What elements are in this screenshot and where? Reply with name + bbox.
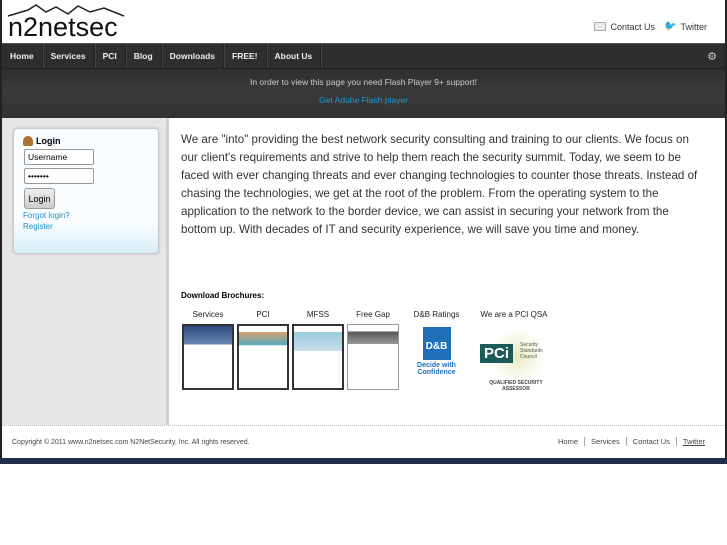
brochure-label: PCI [256, 310, 270, 319]
svg-text:n2netsec: n2netsec [8, 12, 118, 40]
brochure-label: D&B Ratings [413, 310, 460, 319]
dnb-tagline: Decide with Confidence [417, 362, 456, 376]
copyright: Copyright © 2011 www.n2netsec.com N2NetS… [12, 439, 250, 446]
pci-mark: PCi [480, 344, 514, 363]
footer-services-link[interactable]: Services [584, 437, 626, 446]
free-gap-thumbnail[interactable] [347, 324, 399, 390]
brochure-free-gap[interactable]: Free Gap [346, 310, 400, 390]
footer-contact-link[interactable]: Contact Us [625, 437, 676, 446]
services-thumbnail[interactable] [182, 324, 234, 390]
nav-blog[interactable]: Blog [126, 44, 162, 68]
sidebar: Login Login Forgot login? Register [2, 118, 169, 425]
twitter-link[interactable]: 🐦 Twitter [663, 21, 707, 32]
footer-twitter-link[interactable]: Twitter [675, 437, 711, 446]
brochure-services[interactable]: Services [181, 310, 235, 390]
contact-label: Contact Us [610, 21, 656, 32]
gear-icon[interactable]: ⚙ [707, 50, 717, 63]
brochure-pci-qsa[interactable]: We are a PCI QSA PCi Security Standards … [474, 310, 554, 398]
brochure-dnb[interactable]: D&B Ratings D&B Decide with Confidence [399, 310, 474, 376]
contact-us-link[interactable]: Contact Us [593, 21, 656, 32]
mountain-logo-icon: n2netsec [7, 4, 125, 42]
nav-free[interactable]: FREE! [224, 44, 267, 68]
brochure-pci[interactable]: PCI [236, 310, 290, 390]
brochure-label: We are a PCI QSA [480, 310, 548, 319]
brochure-mfss[interactable]: MFSS [291, 310, 345, 390]
user-icon [23, 136, 33, 146]
mail-icon [593, 22, 606, 31]
pci-qsa-logo: PCi Security Standards Council QUALIFIED… [474, 328, 554, 398]
brochure-label: Services [192, 310, 224, 319]
flash-banner: In order to view this page you need Flas… [2, 68, 725, 118]
main-content: We are "into" providing the best network… [169, 118, 725, 425]
bottom-bar [0, 458, 727, 464]
twitter-bird-icon: 🐦 [663, 21, 676, 32]
password-input[interactable] [24, 168, 94, 184]
pci-council-text: Security Standards Council [520, 342, 543, 360]
nav-pci[interactable]: PCI [95, 44, 126, 68]
nav-home[interactable]: Home [2, 44, 43, 68]
mfss-thumbnail[interactable] [292, 324, 344, 390]
intro-text: We are "into" providing the best network… [181, 133, 698, 236]
nav-services[interactable]: Services [43, 44, 95, 68]
pci-qsa-text: QUALIFIED SECURITY ASSESSOR [489, 380, 543, 392]
twitter-label: Twitter [680, 21, 707, 32]
nav-downloads[interactable]: Downloads [162, 44, 225, 68]
nav-about-us[interactable]: About Us [267, 44, 322, 68]
brochure-label: Free Gap [356, 310, 390, 319]
username-input[interactable] [24, 149, 94, 165]
footer-home-link[interactable]: Home [552, 437, 584, 446]
register-link[interactable]: Register [23, 222, 149, 231]
brochure-label: MFSS [306, 310, 330, 319]
pci-thumbnail[interactable] [237, 324, 289, 390]
login-box: Login Login Forgot login? Register [13, 128, 159, 254]
page: n2netsec Contact Us 🐦 Twitter Home Servic… [0, 0, 727, 464]
main-nav: Home Services PCI Blog Downloads FREE! A… [2, 43, 725, 68]
header: n2netsec Contact Us 🐦 Twitter [2, 0, 725, 43]
dnb-logo: D&B [422, 327, 451, 360]
forgot-login-link[interactable]: Forgot login? [23, 211, 149, 220]
login-button[interactable]: Login [24, 188, 55, 209]
logo[interactable]: n2netsec [6, 2, 131, 45]
flash-message: In order to view this page you need Flas… [249, 77, 478, 87]
footer: Copyright © 2011 www.n2netsec.com N2NetS… [2, 425, 725, 458]
get-flash-link[interactable]: Get Adobe Flash player [2, 95, 725, 105]
login-title: Login [36, 136, 61, 146]
brochures-heading: Download Brochures: [181, 291, 265, 300]
